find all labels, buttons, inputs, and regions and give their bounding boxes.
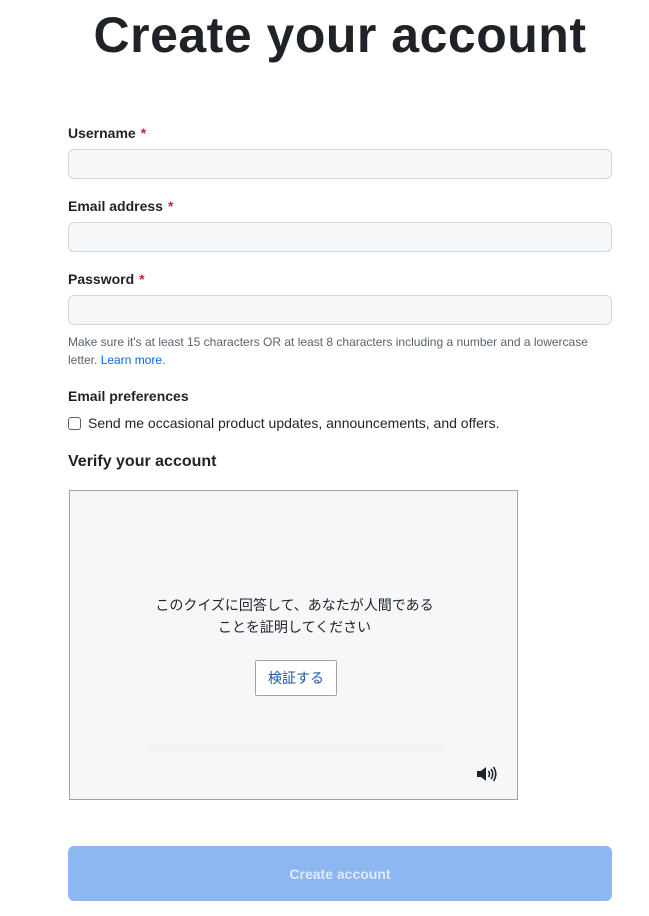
speaker-icon[interactable]: [475, 765, 497, 783]
required-marker: *: [139, 271, 145, 287]
username-input[interactable]: [68, 149, 612, 179]
page-title: Create your account: [93, 7, 587, 63]
password-input[interactable]: [68, 295, 612, 325]
learn-more-link[interactable]: Learn more.: [101, 353, 166, 367]
username-label: Username *: [68, 125, 146, 141]
create-account-button[interactable]: Create account: [68, 846, 612, 901]
email-preferences-label: Email preferences: [68, 388, 189, 404]
required-marker: *: [140, 125, 147, 141]
verify-account-label: Verify your account: [68, 453, 217, 470]
required-marker: *: [167, 198, 174, 214]
captcha-frame: このクイズに回答して、あなたが人間であることを証明してください 検証する: [69, 490, 518, 800]
captcha-verify-button[interactable]: 検証する: [255, 660, 337, 696]
username-label-text: Username: [68, 125, 136, 141]
email-preferences-option[interactable]: Send me occasional product updates, anno…: [68, 415, 499, 431]
captcha-placeholder-bar: [145, 745, 445, 753]
email-input[interactable]: [68, 222, 612, 252]
password-hint: Make sure it's at least 15 characters OR…: [68, 333, 588, 369]
email-preferences-checkbox[interactable]: [68, 416, 81, 430]
email-label: Email address *: [68, 198, 173, 214]
email-preferences-checkbox-label: Send me occasional product updates, anno…: [88, 415, 500, 431]
password-label-text: Password: [68, 271, 135, 287]
password-label: Password *: [68, 271, 145, 287]
captcha-prompt: このクイズに回答して、あなたが人間であることを証明してください: [155, 598, 434, 636]
email-label-text: Email address: [68, 198, 163, 214]
